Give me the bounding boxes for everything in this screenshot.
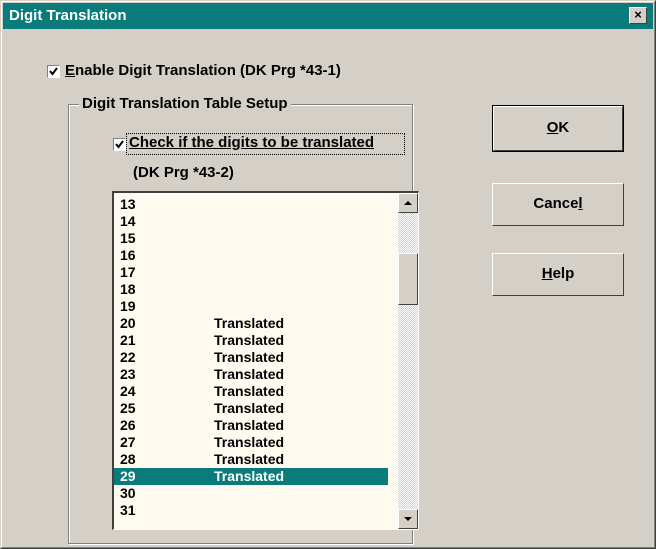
list-item[interactable]: 19	[114, 298, 388, 315]
digit-number: 17	[120, 264, 136, 280]
check-icon	[115, 140, 124, 149]
digit-number: 16	[120, 247, 136, 263]
digit-number: 22	[120, 349, 136, 365]
scroll-down-button[interactable]	[398, 509, 418, 529]
digit-number: 18	[120, 281, 136, 297]
translation-status: Translated	[214, 451, 285, 467]
help-button-label: Help	[493, 265, 623, 282]
label-text: Cance	[533, 195, 579, 212]
accel-char: H	[541, 265, 553, 282]
digit-number: 13	[120, 196, 136, 212]
enable-digit-translation-label[interactable]: Enable Digit Translation (DK Prg *43-1)	[65, 62, 341, 79]
list-item[interactable]: 21 Translated	[114, 332, 388, 349]
digit-number: 19	[120, 298, 136, 314]
translation-status: Translated	[214, 417, 285, 433]
list-item[interactable]: 28 Translated	[114, 451, 388, 468]
list-item[interactable]: 25 Translated	[114, 400, 388, 417]
list-item[interactable]: 26 Translated	[114, 417, 388, 434]
close-button[interactable]: ×	[629, 7, 647, 24]
check-digits-translated-label[interactable]: Check if the digits to be translated	[129, 134, 374, 151]
list-item[interactable]: 23 Translated	[114, 366, 388, 383]
digit-number: 24	[120, 383, 136, 399]
digit-translation-dialog: Digit Translation × Enable Digit Transla…	[0, 0, 656, 549]
digit-number: 20	[120, 315, 136, 331]
enable-digit-translation-checkbox[interactable]	[47, 65, 60, 78]
translation-status: Translated	[214, 468, 285, 484]
translation-status: Translated	[214, 349, 285, 365]
scroll-up-button[interactable]	[398, 193, 418, 213]
list-item[interactable]: 30	[114, 485, 388, 502]
list-item[interactable]: 16	[114, 247, 388, 264]
cancel-button-label: Cancel	[493, 195, 623, 212]
arrow-up-icon	[404, 201, 412, 205]
list-item[interactable]: 27 Translated	[114, 434, 388, 451]
close-icon: ×	[634, 7, 642, 22]
ok-button-label: OK	[493, 119, 623, 136]
digit-number: 27	[120, 434, 136, 450]
list-item[interactable]: 15	[114, 230, 388, 247]
scroll-thumb[interactable]	[398, 253, 418, 305]
label-text: K	[558, 119, 570, 136]
digit-list-rows: 13 14 15 16 17 18 19 20 Translated 21 Translated 22…	[114, 196, 388, 519]
list-item[interactable]: 31	[114, 502, 388, 519]
accel-char: O	[546, 119, 559, 136]
translation-status: Translated	[214, 434, 285, 450]
digit-number: 15	[120, 230, 136, 246]
list-item[interactable]: 14	[114, 213, 388, 230]
list-item[interactable]: 22 Translated	[114, 349, 388, 366]
group-title: Digit Translation Table Setup	[79, 95, 291, 112]
digit-number: 31	[120, 502, 136, 518]
digit-number: 25	[120, 400, 136, 416]
list-item[interactable]: 20 Translated	[114, 315, 388, 332]
digit-number: 29	[120, 468, 136, 484]
list-item[interactable]: 17	[114, 264, 388, 281]
title-bar[interactable]: Digit Translation ×	[3, 3, 653, 29]
list-item[interactable]: 29 Translated	[114, 468, 388, 485]
translation-status: Translated	[214, 332, 285, 348]
translation-status: Translated	[214, 383, 285, 399]
list-item[interactable]: 24 Translated	[114, 383, 388, 400]
check-digits-translated-checkbox[interactable]	[113, 138, 126, 151]
digit-number: 30	[120, 485, 136, 501]
check-icon	[49, 67, 58, 76]
list-item[interactable]: 13	[114, 196, 388, 213]
dk-prg-label: (DK Prg *43-2)	[133, 164, 234, 181]
list-item[interactable]: 18	[114, 281, 388, 298]
label-text: elp	[552, 265, 575, 282]
arrow-down-icon	[404, 517, 412, 521]
translation-status: Translated	[214, 366, 285, 382]
digit-number: 14	[120, 213, 136, 229]
translation-status: Translated	[214, 315, 285, 331]
digit-number: 26	[120, 417, 136, 433]
digit-number: 28	[120, 451, 136, 467]
label-text: nable Digit Translation (DK Prg *43-1)	[75, 62, 341, 79]
help-button[interactable]: Help	[492, 253, 624, 296]
ok-button[interactable]: OK	[492, 105, 624, 152]
translation-status: Translated	[214, 400, 285, 416]
accel-char: E	[65, 62, 76, 79]
cancel-button[interactable]: Cancel	[492, 183, 624, 226]
accel-char: l	[578, 195, 583, 212]
vertical-scrollbar[interactable]	[398, 193, 418, 529]
window-title: Digit Translation	[9, 7, 127, 24]
digit-list[interactable]: 13 14 15 16 17 18 19 20 Translated 21 Translated 22…	[112, 191, 419, 530]
digit-number: 23	[120, 366, 136, 382]
digit-number: 21	[120, 332, 136, 348]
